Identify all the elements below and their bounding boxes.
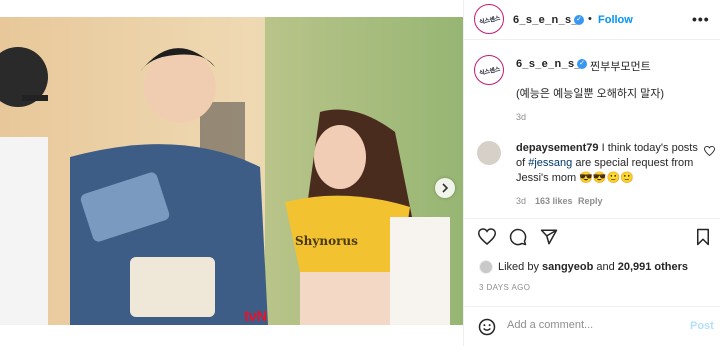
comment-username[interactable]: depaysement79 [516,142,599,154]
post-photo[interactable]: Shynorus tvN [0,17,463,325]
caption-avatar[interactable]: 식스센스 [474,55,504,85]
commenter-avatar[interactable] [477,141,501,165]
post-side-panel: 식스센스 6_s_e_n_s_e ✓ • Follow ••• 식스센스 6_s… [463,0,720,346]
tvn-watermark: tvN [244,308,267,325]
post-comment-button[interactable]: Post [690,320,714,332]
comment-composer: Post [464,306,720,346]
liked-by-and: and [596,261,615,273]
liked-by-line: Liked by sangyeob and 20,991 others [479,259,719,275]
liked-by-user[interactable]: sangyeob [542,261,593,273]
liked-by-prefix: Liked by [498,261,539,273]
comment-likes[interactable]: 163 likes [535,196,573,206]
caption-avatar-logo: 식스센스 [478,66,501,77]
liker-avatar[interactable] [479,260,493,274]
caption-verified-icon: ✓ [577,59,587,69]
share-icon[interactable] [540,228,558,246]
caption-line-2: (예능은 예능일뿐 오해하지 말자) [516,88,665,100]
comment-age: 3d [516,196,527,206]
emoji-icon[interactable] [478,318,496,336]
comment-input[interactable] [507,319,677,331]
more-options-button[interactable]: ••• [692,11,710,27]
caption-age: 3d [516,112,527,122]
header-separator: • [588,13,592,25]
comment-text: depaysement79 I think today's posts of #… [516,141,706,186]
comment-icon[interactable] [509,228,527,246]
next-photo-button[interactable] [435,178,455,198]
heart-icon[interactable] [478,228,496,245]
liked-by-others[interactable]: 20,991 others [618,261,688,273]
verified-icon: ✓ [574,15,584,25]
comment-reply-button[interactable]: Reply [578,196,603,206]
photo-scene: Shynorus [0,17,463,325]
post-timestamp[interactable]: 3 DAYS AGO [479,283,530,292]
post-header: 식스센스 6_s_e_n_s_e ✓ • Follow ••• [464,0,720,40]
chevron-right-icon [442,183,449,193]
follow-button[interactable]: Follow [598,14,633,26]
shirt-graphic-text: Shynorus [295,234,358,248]
caption-line-1: 찐부부모먼트 [590,61,651,73]
comment-hashtag[interactable]: #jessang [528,157,572,169]
avatar-logo: 식스센스 [478,15,501,26]
bookmark-icon[interactable] [696,228,710,246]
comment-heart-icon[interactable] [704,146,715,156]
action-bar [464,218,720,254]
author-avatar[interactable]: 식스센스 [474,4,504,34]
